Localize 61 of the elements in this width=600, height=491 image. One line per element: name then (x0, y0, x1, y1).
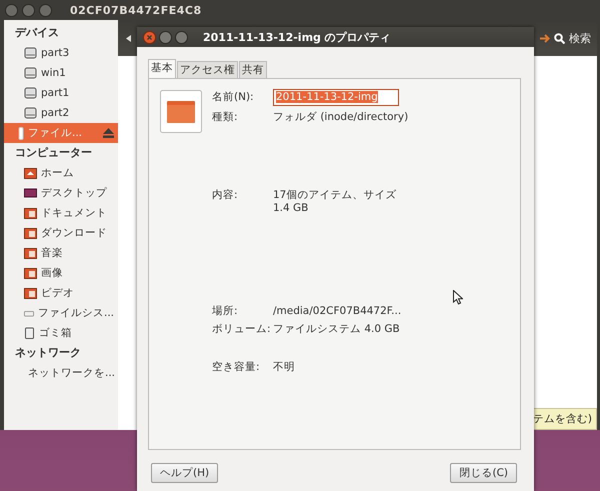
folder-icon (24, 287, 37, 299)
folder-icon (24, 247, 37, 259)
field-label: 内容: (212, 189, 239, 203)
field-label: 種類: (212, 111, 239, 124)
sidebar-item[interactable]: ネットワークを... (4, 363, 118, 383)
mouse-pointer-icon (453, 290, 463, 305)
sidebar-item[interactable]: part1 (4, 83, 118, 103)
sidebar-heading: デバイス (14, 25, 60, 41)
field-label: 名前(N): (212, 91, 255, 105)
field-label: 空き容量: (212, 361, 261, 374)
maximize-button[interactable] (175, 30, 188, 44)
field-value: /media/02CF07B4472F... (273, 305, 402, 318)
search-icon[interactable] (554, 32, 565, 44)
close-icon[interactable] (143, 30, 156, 44)
sidebar-item[interactable]: part3 (4, 43, 118, 63)
home-folder-icon (24, 167, 37, 179)
maximize-button[interactable] (39, 4, 52, 16)
close-button[interactable]: 閉じる(C) (450, 463, 517, 483)
field-value: ファイルシステム 4.0 GB (273, 323, 400, 336)
back-arrow-icon[interactable] (126, 34, 131, 42)
desktop-icon (24, 187, 37, 199)
sidebar-item[interactable]: 画像 (4, 263, 118, 283)
drive-icon (24, 87, 37, 99)
field-value: 不明 (273, 361, 295, 374)
sidebar-heading: ネットワーク (14, 345, 82, 361)
trash-icon (24, 327, 35, 339)
field-label: 場所: (212, 305, 239, 318)
field-label: ボリューム: (212, 323, 272, 336)
sidebar-item[interactable]: win1 (4, 63, 118, 83)
tab[interactable]: 基本 (148, 59, 176, 78)
drive-icon (24, 47, 37, 59)
folder-icon (160, 90, 202, 133)
sidebar-item[interactable]: part2 (4, 103, 118, 123)
tab[interactable]: アクセス権 (177, 61, 238, 78)
sidebar-heading: コンピューター (14, 145, 93, 161)
drive-icon (24, 107, 37, 119)
dialog-title: 2011-11-13-12-img のプロパティ (203, 30, 391, 44)
sidebar-item[interactable]: ビデオ (4, 283, 118, 303)
sidebar-item[interactable]: ゴミ箱 (4, 323, 118, 343)
field-value: フォルダ (inode/directory) (273, 111, 408, 124)
usb-stick-icon (18, 126, 24, 140)
sidebar-item[interactable]: ドキュメント (4, 203, 118, 223)
drive-icon (24, 67, 37, 79)
folder-icon (24, 207, 37, 219)
window-title: 02CF07B4472FE4C8 (70, 4, 202, 16)
search-label[interactable]: 検索 (569, 30, 591, 46)
sidebar-item[interactable]: 音楽 (4, 243, 118, 263)
tab[interactable]: 共有 (239, 61, 267, 78)
sidebar-item[interactable]: ホーム (4, 163, 118, 183)
help-button[interactable]: ヘルプ(H) (151, 463, 218, 483)
eject-icon[interactable] (103, 128, 114, 138)
folder-icon (24, 267, 37, 279)
minimize-button[interactable] (22, 4, 35, 16)
minimize-button[interactable] (159, 30, 172, 44)
forward-arrow-icon[interactable] (540, 34, 550, 42)
sidebar-item[interactable]: デスクトップ (4, 183, 118, 203)
close-button[interactable] (5, 4, 18, 16)
sidebar-item[interactable]: ダウンロード (4, 223, 118, 243)
field-value: 17個のアイテム、サイズ 1.4 GB (273, 189, 398, 215)
folder-icon (24, 227, 37, 239)
sidebar-item[interactable]: ファイルシス... (4, 303, 118, 323)
